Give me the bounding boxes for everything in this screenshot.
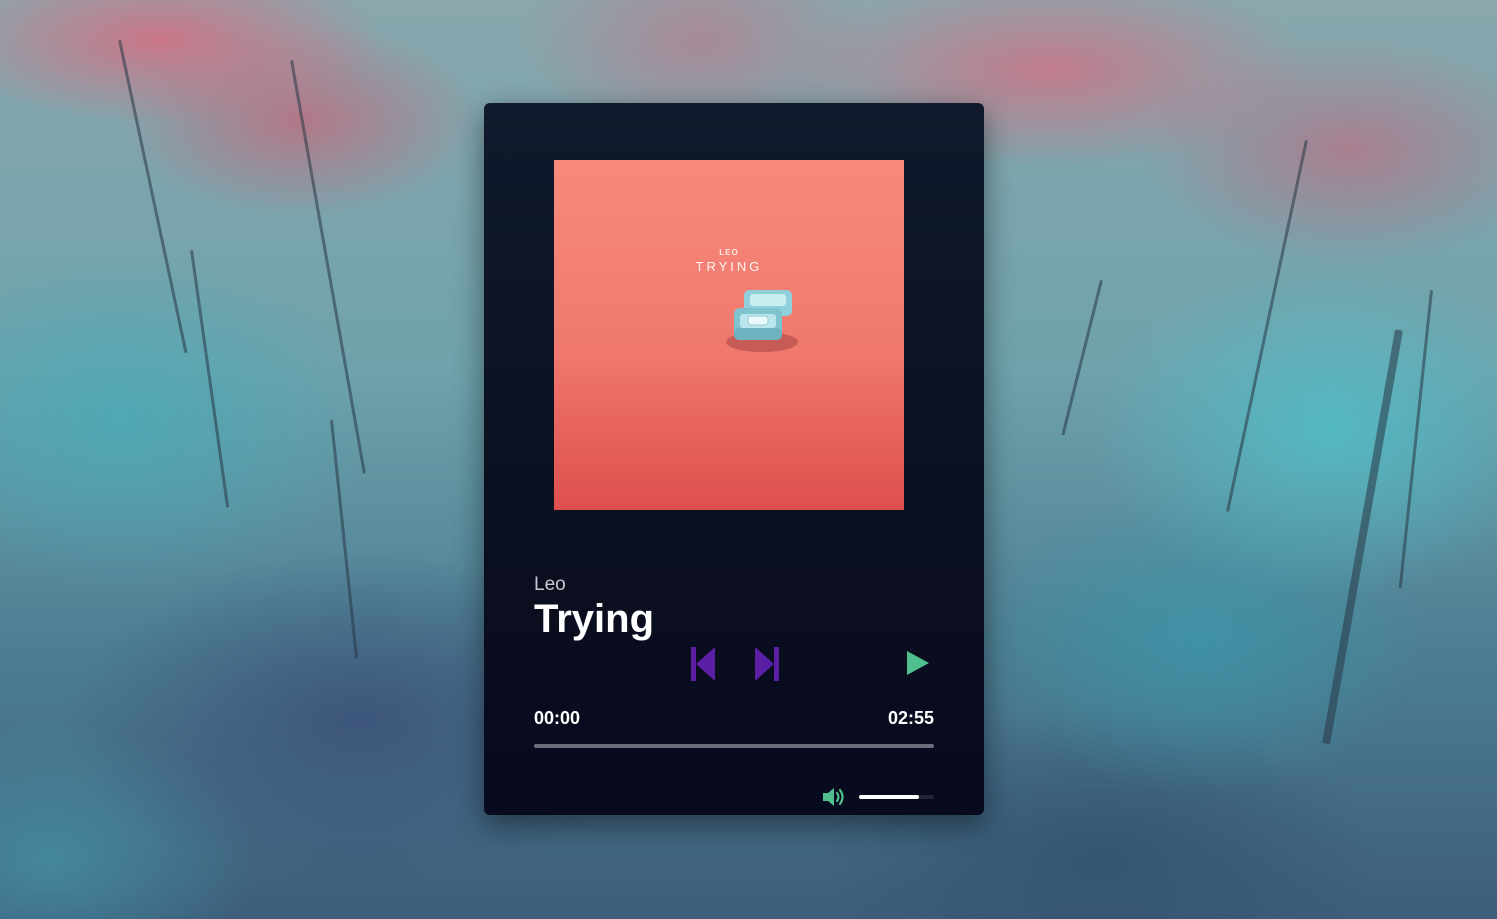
next-track-button[interactable] [751,645,781,683]
total-duration: 02:55 [887,708,934,728]
current-time: 00:00 [534,708,581,728]
cover-title-text: TRYING [695,259,763,274]
previous-track-button[interactable] [689,645,719,683]
album-cover: LEO TRYING [554,160,904,510]
play-button[interactable] [904,648,932,678]
artist-name: Leo [534,574,566,595]
volume-icon [823,788,844,806]
volume-fill [859,795,919,799]
volume-button[interactable] [821,785,847,809]
progress-bar[interactable] [534,744,934,748]
play-icon [907,651,929,675]
volume-slider[interactable] [859,795,934,799]
track-title: Trying [534,597,655,641]
skip-next-icon [755,647,779,681]
cover-artist-text: LEO [719,248,739,257]
ring-box-icon [726,290,798,352]
music-player-card: LEO TRYING Leo Trying 00:00 02:55 [484,103,984,815]
skip-previous-icon [691,647,715,681]
